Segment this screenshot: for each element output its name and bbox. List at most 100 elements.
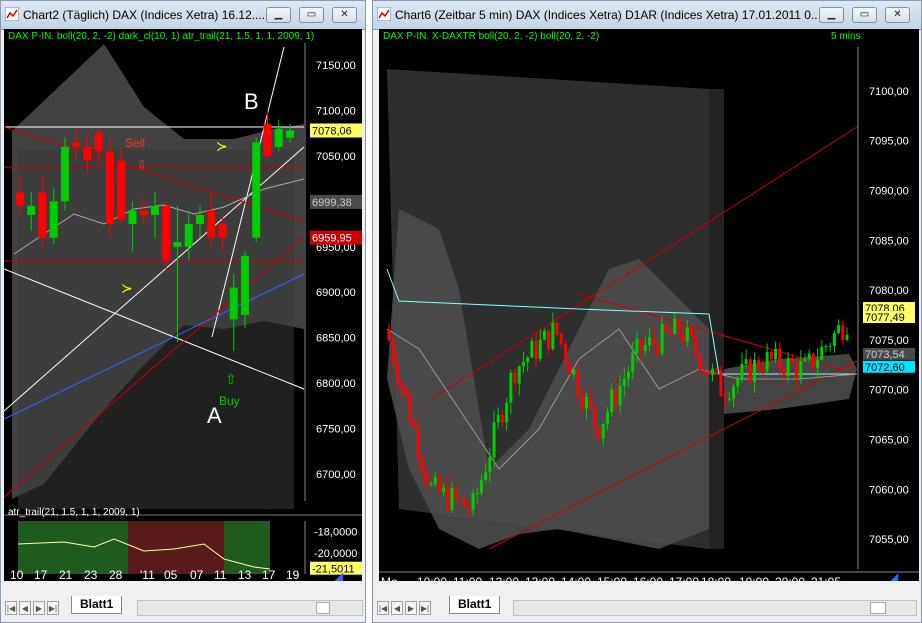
chart-area[interactable]: DAX P-IN. boll(20, 2, -2) dark_cl(10, 1)… [4, 29, 362, 581]
horizontal-scrollbar[interactable] [137, 600, 363, 616]
candle [816, 359, 820, 368]
first-sheet-button[interactable]: |◀ [377, 601, 389, 615]
candle [572, 370, 576, 375]
prev-sheet-button[interactable]: ◀ [19, 601, 31, 615]
range-shade [709, 89, 724, 549]
candle [16, 192, 24, 206]
price-tick-label: 7090,00 [869, 185, 909, 197]
buy-label: Buy [219, 394, 240, 408]
candle [614, 389, 618, 406]
scroll-thumb[interactable] [316, 602, 330, 614]
candle [421, 458, 425, 472]
intraday-chart-window[interactable]: Chart6 (Zeitbar 5 min) DAX (Indices Xetr… [372, 0, 922, 623]
candle [458, 498, 462, 500]
price-tick-label: 7100,00 [316, 106, 356, 118]
candle [782, 368, 786, 376]
title-bar[interactable]: Chart2 (Täglich) DAX (Indices Xetra) 16.… [1, 1, 365, 30]
candle [479, 479, 483, 493]
price-tag-label: 7073,54 [865, 349, 905, 361]
time-tick-label: 14:00 [561, 575, 591, 581]
candle [841, 325, 845, 340]
candle [471, 493, 475, 511]
candle [719, 370, 723, 397]
intraday-price-chart[interactable]: 7100,00 7095,00 7090,00 7085,00 7080,00 7075,… [379, 29, 919, 581]
candle [416, 428, 420, 459]
candle [597, 428, 601, 439]
candle [94, 133, 103, 152]
candle [761, 370, 765, 372]
candle [408, 395, 412, 424]
candle [765, 351, 769, 371]
first-sheet-button[interactable]: |◀ [5, 601, 17, 615]
candle [263, 124, 272, 156]
time-tick-label: '11 [140, 568, 155, 581]
scroll-thumb[interactable] [870, 602, 886, 614]
next-sheet-button[interactable]: ▶ [405, 601, 417, 615]
signal-marker-icon: ≻ [121, 280, 133, 296]
candle [547, 330, 551, 350]
candle [61, 146, 69, 202]
candle [732, 386, 736, 399]
prev-sheet-button[interactable]: ◀ [391, 601, 403, 615]
candle [584, 396, 588, 409]
candle [117, 160, 126, 220]
sell-label: Sell [125, 136, 145, 150]
price-tick-label: 6800,00 [316, 378, 356, 390]
candle [162, 205, 171, 261]
time-tick-label: 12:00 [489, 575, 519, 581]
candle [648, 337, 652, 346]
candle [618, 385, 622, 406]
time-tick-label: 19 [286, 568, 300, 581]
candle [660, 324, 664, 355]
time-tick-label: 19:00 [739, 575, 769, 581]
minimize-button[interactable]: ▁ [266, 7, 291, 23]
candle [723, 396, 727, 399]
title-bar[interactable]: Chart6 (Zeitbar 5 min) DAX (Indices Xetr… [373, 1, 921, 30]
candle [72, 142, 81, 147]
candle [252, 142, 261, 238]
candle [173, 242, 182, 247]
candle [786, 358, 790, 376]
candle [106, 151, 114, 225]
candle [580, 395, 584, 409]
sub-tick-label: -20,0000 [314, 548, 357, 560]
daily-price-chart[interactable]: 7150,007100,007050,007000,006950,006900,… [4, 29, 362, 581]
candle [610, 389, 614, 412]
next-sheet-button[interactable]: ▶ [33, 601, 45, 615]
price-tick-label: 7150,00 [316, 60, 356, 72]
candle [685, 327, 689, 342]
daily-chart-window[interactable]: Chart2 (Täglich) DAX (Indices Xetra) 16.… [0, 0, 366, 623]
sheet-tab[interactable]: Blatt1 [449, 596, 501, 614]
time-tick-label: 17:00 [669, 575, 699, 581]
last-sheet-button[interactable]: ▶| [47, 601, 59, 615]
price-tag-label: 6999,38 [312, 197, 352, 209]
candle [774, 348, 778, 360]
close-button[interactable]: ✕ [332, 7, 357, 23]
time-tick-label: 11 [214, 568, 227, 581]
last-sheet-button[interactable]: ▶| [419, 601, 431, 615]
candle [559, 333, 563, 344]
close-button[interactable]: ✕ [885, 7, 910, 23]
candle [530, 340, 534, 358]
price-tick-label: 7075,00 [869, 335, 909, 347]
candle [669, 331, 673, 334]
candle [513, 372, 517, 384]
candle [404, 387, 408, 396]
candle [828, 345, 832, 347]
candle [563, 343, 567, 362]
maximize-button[interactable]: ▭ [299, 7, 324, 23]
maximize-button[interactable]: ▭ [852, 7, 877, 23]
time-tick-label: 20:00 [775, 575, 805, 581]
candle [698, 354, 702, 371]
candle [207, 210, 216, 238]
candle [627, 372, 631, 379]
horizontal-scrollbar[interactable] [513, 600, 917, 616]
candle [832, 332, 836, 346]
minimize-button[interactable]: ▁ [819, 7, 844, 23]
sheet-tab[interactable]: Blatt1 [71, 596, 123, 614]
price-tick-label: 7060,00 [869, 484, 909, 496]
candle [467, 507, 471, 511]
chart-area[interactable]: DAX P-IN. X-DAXTR boll(20, 2, -2) boll(2… [379, 29, 919, 581]
candle [538, 339, 542, 359]
candle [643, 345, 647, 351]
